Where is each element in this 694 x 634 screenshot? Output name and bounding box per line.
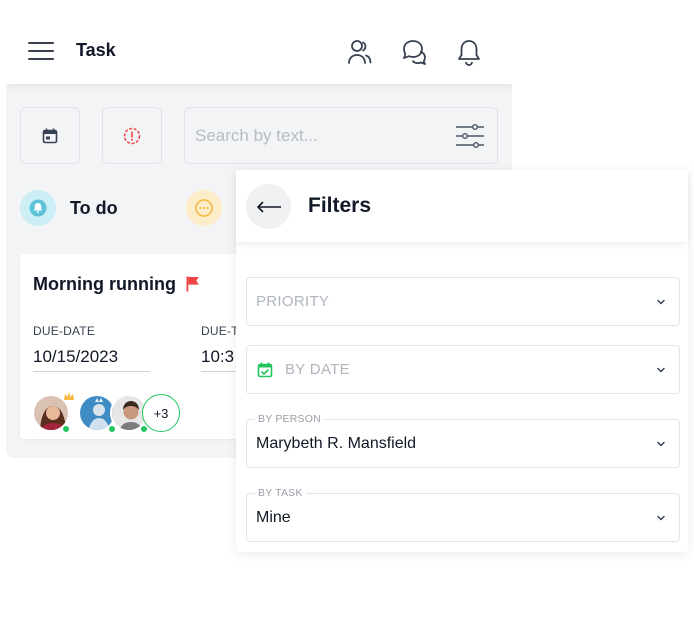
search-input[interactable] (195, 124, 445, 148)
task-title: Morning running (33, 274, 176, 294)
calendar-check-icon (257, 362, 273, 378)
flag-icon (186, 276, 199, 292)
by-person-select[interactable]: BY PERSON Marybeth R. Mansfield (246, 413, 680, 468)
page-title: Task (76, 40, 116, 60)
ellipsis-icon (195, 199, 213, 217)
chevron-down-icon (657, 441, 665, 447)
bell-icon (29, 199, 47, 217)
filters-title: Filters (308, 194, 372, 217)
chevron-down-icon (657, 367, 665, 373)
column-header-todo: To do (20, 190, 118, 226)
by-person-label: BY PERSON (255, 413, 324, 425)
due-date-value[interactable]: 10/15/2023 (33, 347, 150, 372)
by-task-label: BY TASK (255, 487, 306, 499)
online-status-dot (62, 425, 70, 433)
in-progress-column-badge (186, 190, 222, 226)
calendar-filter-button[interactable] (20, 107, 80, 164)
due-date-label: DUE-DATE (33, 324, 96, 338)
todo-column-badge (20, 190, 56, 226)
by-task-value: Mine (256, 509, 291, 526)
arrow-left-icon (256, 200, 281, 213)
chevron-down-icon (657, 515, 665, 521)
chevron-down-icon (657, 299, 665, 305)
filters-header: Filters (236, 170, 688, 242)
priority-filter-button[interactable] (102, 107, 162, 164)
task-card[interactable]: Morning running DUE-DATE 10/15/2023 DUE-… (20, 254, 250, 439)
more-assignees-badge[interactable]: +3 (142, 394, 180, 432)
filters-panel: Filters PRIORITY BY DATE BY PERSON Maryb… (236, 170, 688, 552)
calendar-icon (42, 128, 58, 143)
priority-select[interactable]: PRIORITY (246, 277, 680, 326)
users-icon[interactable] (344, 37, 374, 67)
chat-icon[interactable] (400, 37, 430, 67)
search-box (184, 107, 498, 164)
column-header-in-progress (186, 190, 222, 226)
crown-icon (64, 392, 74, 400)
due-time-label: DUE-T (201, 324, 239, 338)
back-button[interactable] (246, 184, 291, 229)
sliders-icon[interactable] (455, 122, 485, 150)
priority-placeholder: PRIORITY (256, 293, 330, 310)
menu-icon[interactable] (28, 42, 54, 62)
by-task-select[interactable]: BY TASK Mine (246, 487, 680, 542)
alert-circle-icon (123, 127, 141, 144)
column-title: To do (70, 197, 118, 218)
bell-icon[interactable] (454, 37, 484, 67)
top-app-bar: Task (6, 20, 512, 84)
by-date-select[interactable]: BY DATE (246, 345, 680, 394)
by-person-value: Marybeth R. Mansfield (256, 435, 417, 452)
by-date-placeholder: BY DATE (285, 361, 350, 378)
